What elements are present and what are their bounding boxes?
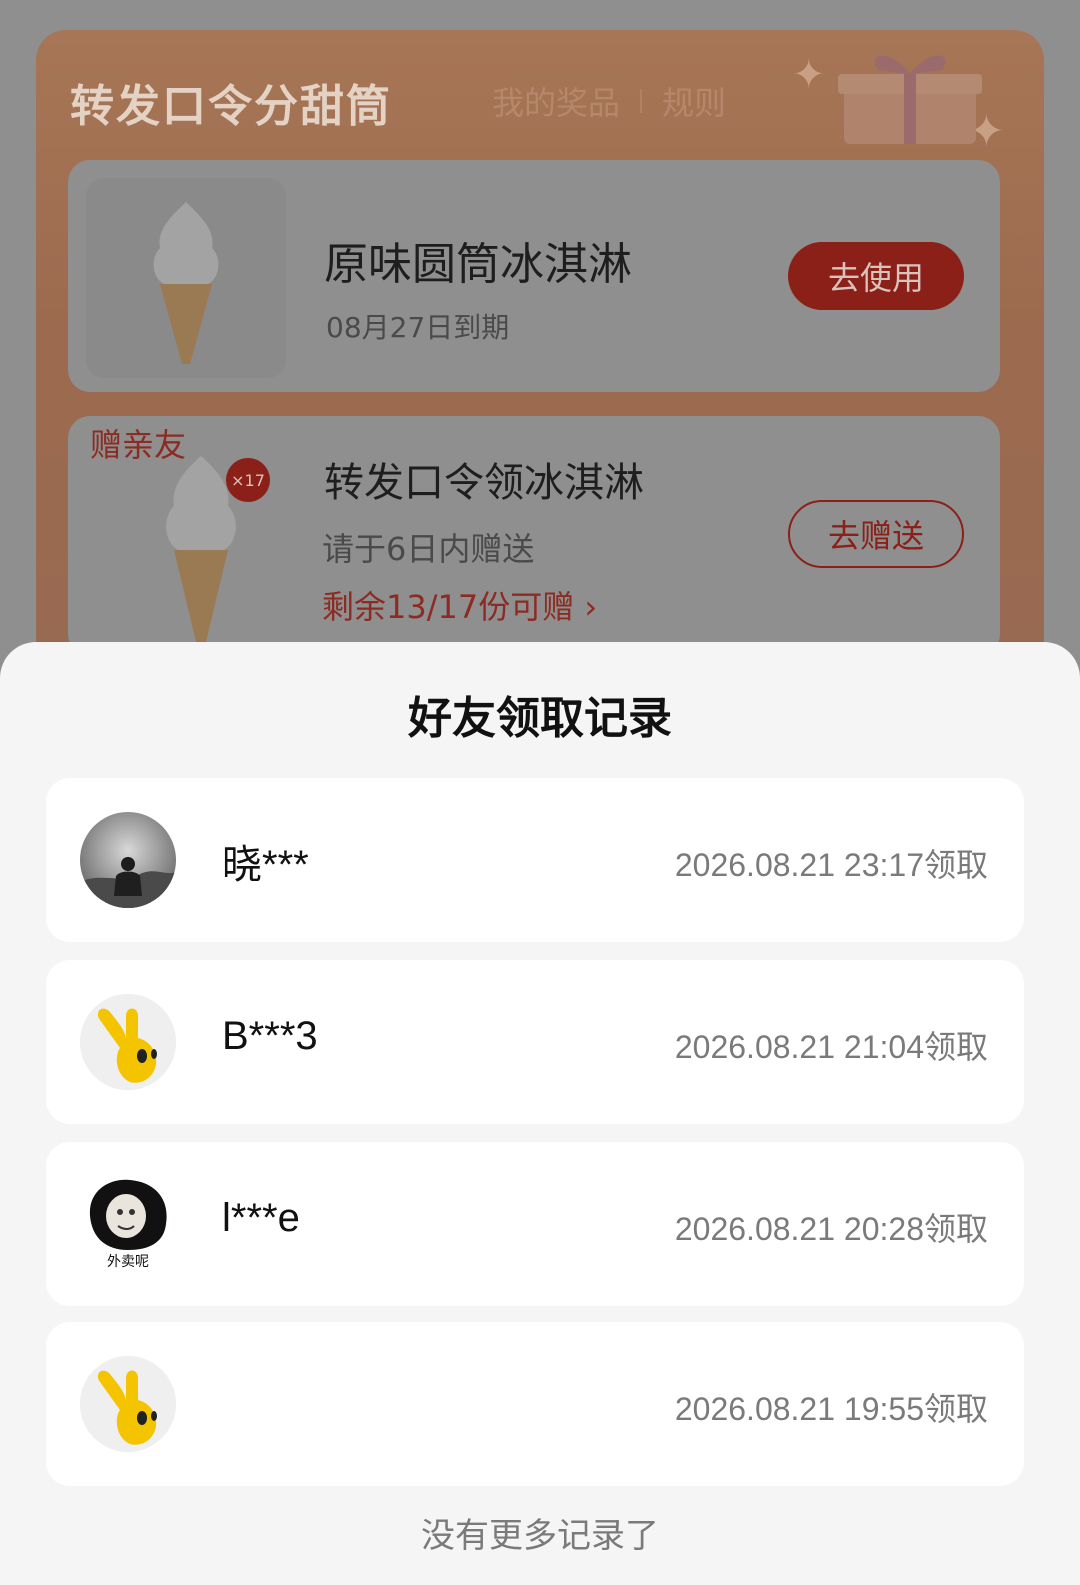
- gift-card[interactable]: 赠亲友 ×17 转发口令领冰淇淋 请于6日内赠送 剩余13/17份可赠 › 去赠…: [68, 416, 1000, 656]
- avatar: 外卖呢: [80, 1176, 176, 1272]
- friend-name: B***3: [222, 1014, 318, 1058]
- claim-time: 2026.08.21 23:17领取: [674, 847, 988, 883]
- friend-name: 晓***: [222, 843, 309, 887]
- send-deadline: 请于6日内赠送: [322, 530, 535, 568]
- avatar: [80, 812, 176, 908]
- claim-record-row: 2026.08.21 19:55领取: [46, 1322, 1024, 1486]
- chevron-right-icon: ›: [584, 588, 598, 626]
- send-button[interactable]: 去赠送: [788, 500, 964, 568]
- quantity-badge: ×17: [226, 458, 270, 502]
- meme-face-avatar-icon: 外卖呢: [80, 1176, 176, 1272]
- tab-divider: [640, 89, 643, 113]
- claim-record-row: 外卖呢 l***e 2026.08.21 20:28领取: [46, 1142, 1024, 1306]
- remaining-count: 剩余13/17份可赠: [322, 588, 575, 626]
- yellow-hand-mascot-icon: [80, 1356, 176, 1452]
- product-name: 转发口令领冰淇淋: [324, 460, 644, 506]
- claim-records-sheet: 好友领取记录 晓*** 2026.08.21 23:17领取 B***3 202…: [0, 642, 1080, 1585]
- avatar-caption: 外卖呢: [107, 1254, 149, 1270]
- avatar: [80, 994, 176, 1090]
- remaining-count-link[interactable]: 剩余13/17份可赠 ›: [322, 582, 597, 628]
- claim-record-row: 晓*** 2026.08.21 23:17领取: [46, 778, 1024, 942]
- sheet-title: 好友领取记录: [408, 693, 672, 744]
- expiry-date: 08月27日到期: [326, 311, 510, 344]
- product-name: 原味圆筒冰淇淋: [324, 239, 632, 290]
- gift-box-icon: [838, 55, 982, 144]
- promo-tabs: 我的奖品 规则: [492, 78, 726, 124]
- sparkle-icon: ✦: [792, 52, 826, 98]
- claim-time: 2026.08.21 19:55领取: [674, 1391, 988, 1427]
- claim-time: 2026.08.21 21:04领取: [674, 1029, 988, 1065]
- tab-rules[interactable]: 规则: [662, 78, 726, 124]
- friend-name: l***e: [222, 1196, 300, 1240]
- landscape-photo-avatar-icon: [80, 812, 176, 908]
- yellow-hand-mascot-icon: [80, 994, 176, 1090]
- tab-my-prizes[interactable]: 我的奖品: [492, 78, 620, 124]
- claim-record-row: B***3 2026.08.21 21:04领取: [46, 960, 1024, 1124]
- page: 转发口令分甜筒 我的奖品 规则 ✦ ✦ 原味圆筒冰淇淋 08月27日到期 去使用…: [0, 0, 1080, 1585]
- product-image: [86, 178, 286, 378]
- promo-title: 转发口令分甜筒: [70, 81, 392, 132]
- claim-time: 2026.08.21 20:28领取: [674, 1211, 988, 1247]
- no-more-records-text: 没有更多记录了: [421, 1516, 659, 1556]
- use-button[interactable]: 去使用: [788, 242, 964, 310]
- ice-cream-icon: [153, 202, 219, 364]
- avatar: [80, 1356, 176, 1452]
- prize-card[interactable]: 原味圆筒冰淇淋 08月27日到期 去使用: [68, 160, 1000, 392]
